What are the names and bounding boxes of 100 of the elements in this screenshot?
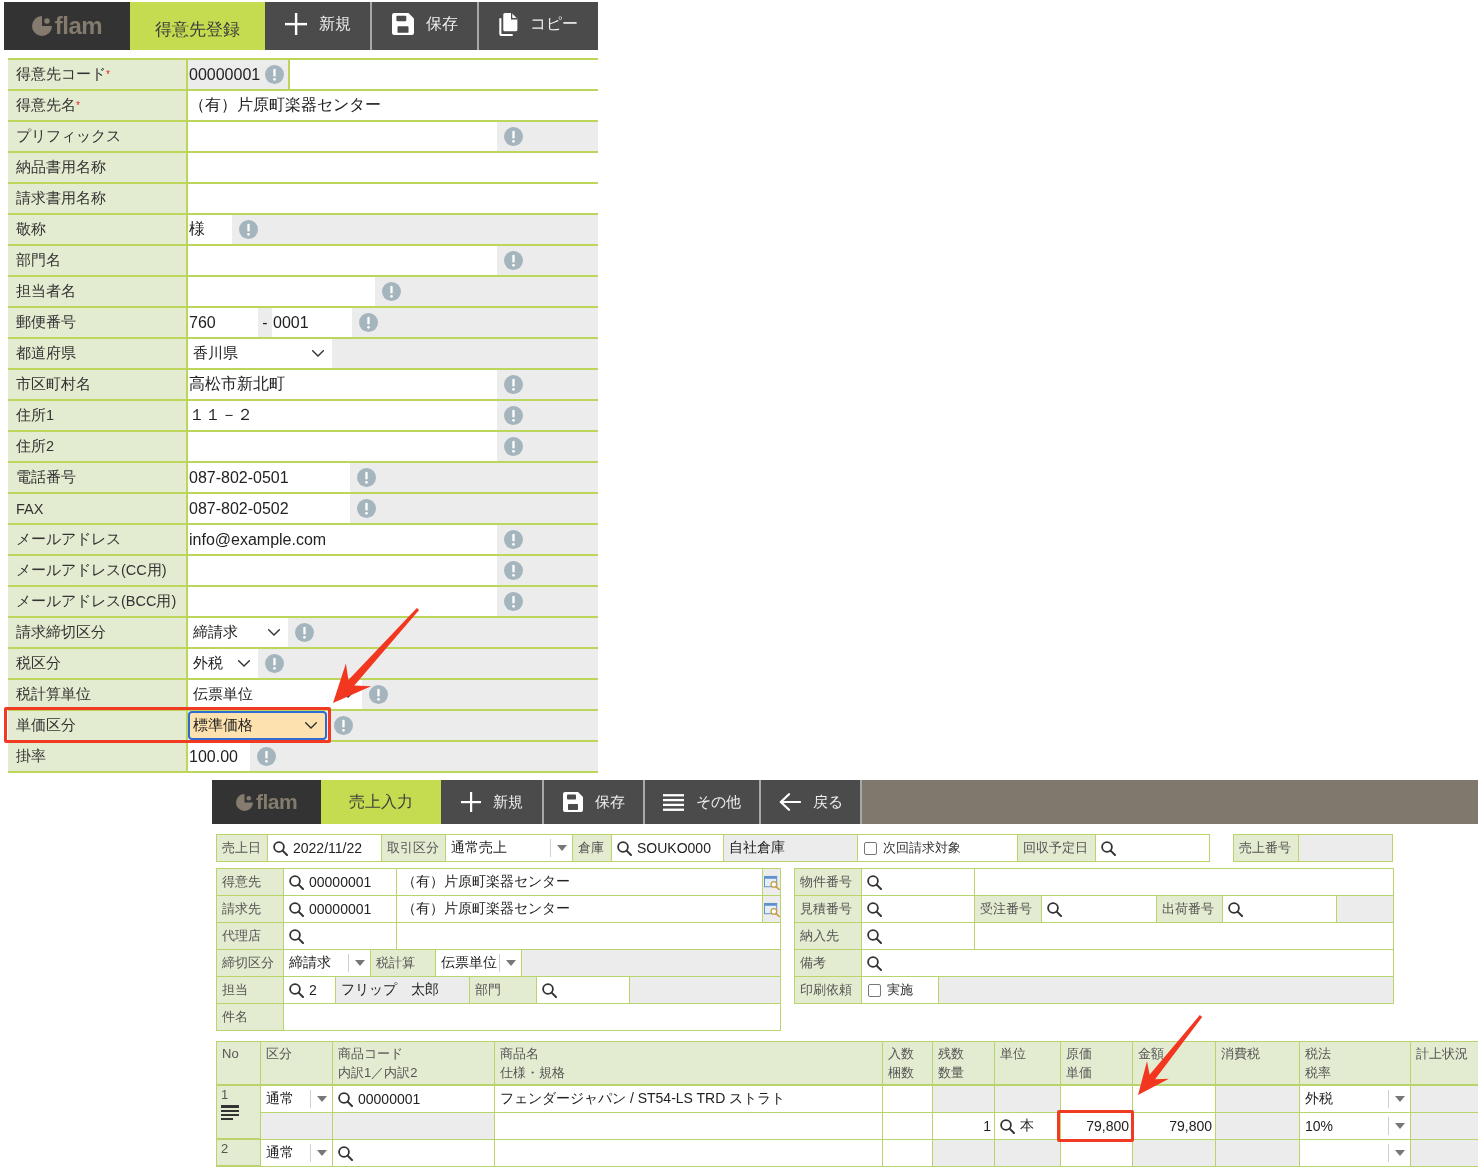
input-field[interactable]	[1133, 1086, 1216, 1113]
exclamation-circle-icon[interactable]	[357, 499, 376, 518]
select-field[interactable]: 標準価格	[188, 711, 327, 740]
select-field[interactable]: 通常売上	[446, 835, 573, 862]
exclamation-circle-icon[interactable]	[369, 685, 388, 704]
exclamation-circle-icon[interactable]	[504, 437, 523, 456]
search-field[interactable]	[862, 896, 975, 923]
input-field[interactable]	[495, 1140, 883, 1167]
back-button[interactable]: 戻る	[759, 780, 860, 824]
input-field[interactable]: （有）片原町楽器センター	[397, 896, 763, 923]
input-field[interactable]	[883, 1140, 933, 1167]
save-button[interactable]: 保存	[370, 2, 477, 50]
search-icon[interactable]	[289, 874, 304, 890]
input-field[interactable]	[975, 869, 1394, 896]
input-field[interactable]	[1061, 1140, 1133, 1167]
search-field[interactable]: 2022/11/22	[268, 835, 382, 862]
input-field[interactable]	[397, 923, 781, 950]
exclamation-circle-icon[interactable]	[504, 375, 523, 394]
checkbox[interactable]	[864, 841, 877, 855]
select-field[interactable]: 通常	[261, 1140, 333, 1167]
copy-button[interactable]: コピー	[477, 2, 598, 50]
search-icon[interactable]	[867, 955, 882, 971]
search-field[interactable]	[284, 923, 397, 950]
exclamation-circle-icon[interactable]	[504, 251, 523, 270]
select-field[interactable]: 伝票単位	[436, 950, 522, 977]
lookup-button[interactable]	[763, 869, 781, 896]
field-label: 取引区分	[382, 835, 446, 862]
search-field[interactable]: 00000001	[284, 869, 397, 896]
checkbox[interactable]	[868, 983, 881, 997]
search-icon[interactable]	[1228, 901, 1243, 917]
select-field[interactable]	[1300, 1140, 1411, 1167]
search-icon[interactable]	[867, 874, 882, 890]
select-field[interactable]: 通常	[261, 1086, 333, 1113]
exclamation-circle-icon[interactable]	[265, 65, 284, 84]
lookup-button[interactable]	[763, 896, 781, 923]
readonly-field: フリップ 太郎	[336, 977, 470, 1004]
search-icon[interactable]	[1000, 1118, 1015, 1134]
exclamation-circle-icon[interactable]	[295, 623, 314, 642]
exclamation-circle-icon[interactable]	[239, 220, 258, 239]
exclamation-circle-icon[interactable]	[504, 127, 523, 146]
input-field[interactable]	[975, 923, 1394, 950]
menu-icon[interactable]	[221, 1105, 239, 1120]
input-field[interactable]	[883, 1086, 933, 1113]
search-field[interactable]: 00000001	[284, 896, 397, 923]
field-label: 電話番号	[8, 463, 188, 492]
search-field[interactable]	[537, 977, 630, 1004]
input-field[interactable]: フェンダージャパン / ST54-LS TRD ストラト	[495, 1086, 883, 1113]
search-field[interactable]: 2	[284, 977, 336, 1004]
input-field[interactable]	[883, 1113, 933, 1140]
more-button[interactable]: その他	[643, 780, 759, 824]
select-field[interactable]: 締請求	[284, 950, 371, 977]
field-label: 受注番号	[975, 896, 1042, 923]
input-field[interactable]	[284, 1004, 781, 1031]
exclamation-circle-icon[interactable]	[504, 592, 523, 611]
window-search-icon	[763, 901, 780, 917]
field-label: 住所1	[8, 401, 188, 430]
search-field[interactable]	[862, 950, 1394, 977]
search-icon[interactable]	[289, 901, 304, 917]
search-icon[interactable]	[338, 1091, 353, 1107]
select-field[interactable]: 10%	[1300, 1113, 1411, 1140]
search-field[interactable]	[333, 1140, 495, 1167]
readonly-field: 00000001	[188, 60, 290, 89]
search-field[interactable]: 00000001	[333, 1086, 495, 1113]
search-icon[interactable]	[867, 928, 882, 944]
search-icon[interactable]	[338, 1145, 353, 1161]
search-field[interactable]	[1042, 896, 1157, 923]
field-label: 郵便番号	[8, 308, 188, 337]
search-icon[interactable]	[273, 840, 288, 856]
input-field[interactable]: 79,800	[1133, 1113, 1216, 1140]
search-field[interactable]: SOUKO000	[612, 835, 724, 862]
exclamation-circle-icon[interactable]	[257, 747, 276, 766]
input-field[interactable]: （有）片原町楽器センター	[397, 869, 763, 896]
select-field[interactable]: 外税	[1300, 1086, 1411, 1113]
input-field[interactable]: 1	[933, 1113, 995, 1140]
search-icon[interactable]	[289, 982, 304, 998]
exclamation-circle-icon[interactable]	[357, 468, 376, 487]
search-field[interactable]: 本	[995, 1113, 1061, 1140]
exclamation-circle-icon[interactable]	[382, 282, 401, 301]
search-icon[interactable]	[867, 901, 882, 917]
search-field[interactable]	[862, 923, 975, 950]
new-button[interactable]: 新規	[441, 780, 542, 824]
input-field[interactable]	[495, 1113, 883, 1140]
exclamation-circle-icon[interactable]	[359, 313, 378, 332]
search-field[interactable]	[862, 869, 975, 896]
column-sublabel: 梱数	[888, 1064, 914, 1082]
search-icon[interactable]	[542, 982, 557, 998]
exclamation-circle-icon[interactable]	[504, 530, 523, 549]
search-icon[interactable]	[617, 840, 632, 856]
exclamation-circle-icon[interactable]	[265, 654, 284, 673]
search-field[interactable]	[1096, 835, 1210, 862]
search-icon[interactable]	[289, 928, 304, 944]
save-button[interactable]: 保存	[542, 780, 643, 824]
search-field[interactable]	[1223, 896, 1337, 923]
search-icon[interactable]	[1101, 840, 1116, 856]
exclamation-circle-icon[interactable]	[334, 716, 353, 735]
column-label: 税法	[1305, 1045, 1331, 1063]
exclamation-circle-icon[interactable]	[504, 406, 523, 425]
new-button[interactable]: 新規	[265, 2, 370, 50]
exclamation-circle-icon[interactable]	[504, 561, 523, 580]
search-icon[interactable]	[1047, 901, 1062, 917]
